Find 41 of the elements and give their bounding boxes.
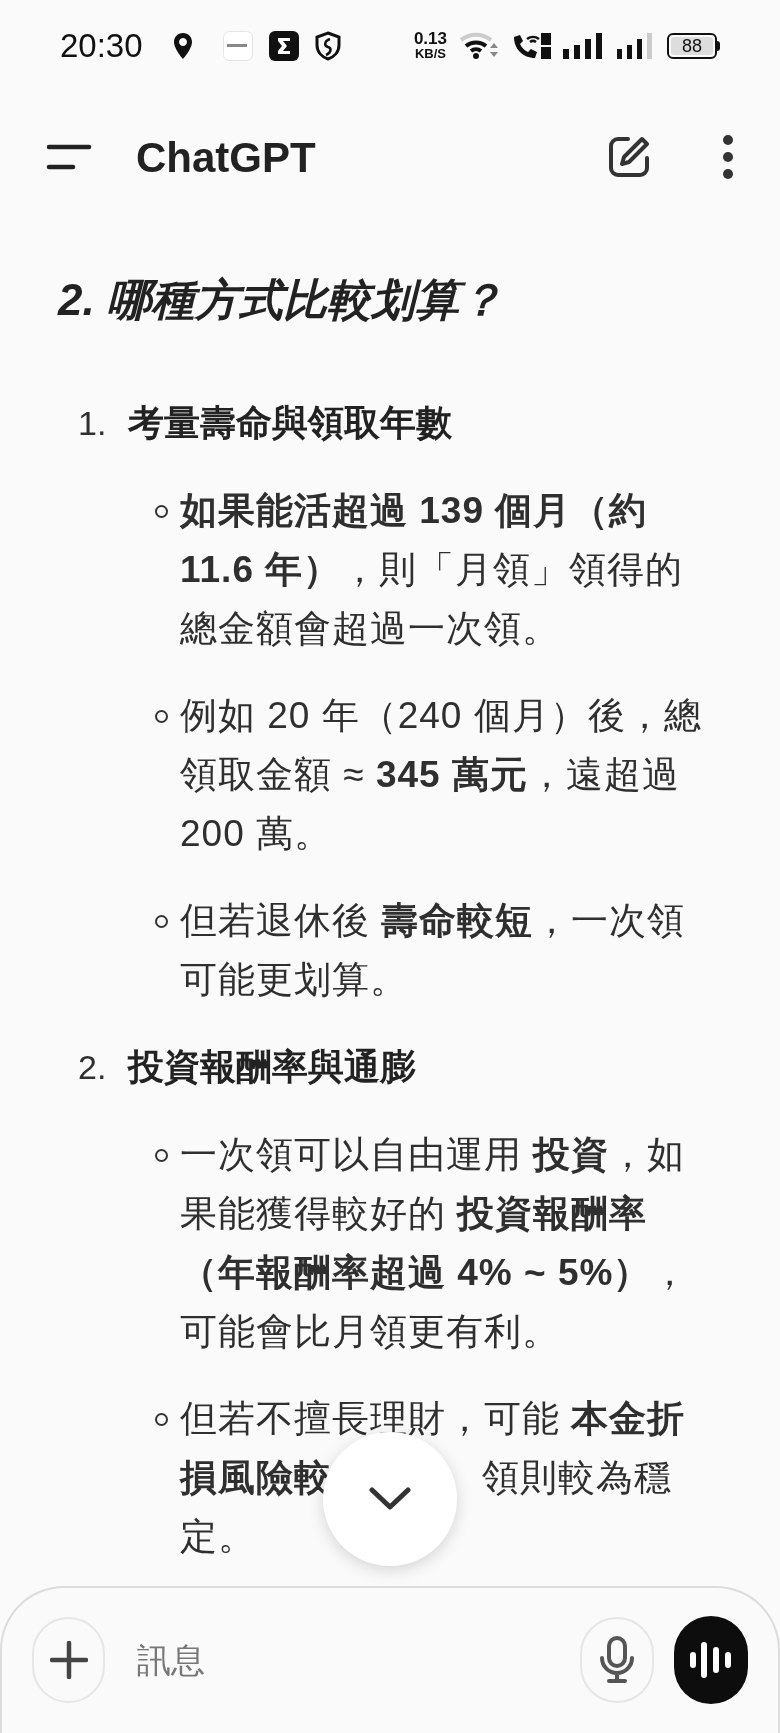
- signal-icon: [617, 33, 653, 59]
- bullet-text: 定。: [180, 1515, 256, 1559]
- network-unit: KB/S: [414, 46, 446, 61]
- bullet-text: 例如 20 年（240 個月）後，總領取金額 ≈ 345 萬元，遠超過 200 萬。: [180, 694, 703, 856]
- network-speed: 0.13: [413, 31, 447, 46]
- bullet-icon: [155, 915, 168, 928]
- section-heading: 2. 哪種方式比較划算？: [58, 274, 504, 326]
- list-item-title: 投資報酬率與通膨: [128, 1045, 416, 1089]
- edit-icon: [606, 134, 652, 180]
- bullet-text: 領則較為穩: [482, 1456, 672, 1500]
- more-icon: [722, 134, 734, 180]
- microphone-button[interactable]: [580, 1617, 654, 1703]
- chevron-down-icon: [369, 1487, 411, 1511]
- wifi-icon: [459, 31, 499, 61]
- sigma-app-icon: [268, 31, 299, 61]
- bullet-text: 如果能活超過 139 個月（約 11.6 年），則「月領」領得的總金額會超過一次領。: [180, 489, 685, 651]
- location-pin-icon: [172, 32, 193, 60]
- shield-icon: [314, 31, 341, 61]
- sound-wave-icon: [687, 1640, 734, 1680]
- bullet-icon: [155, 505, 168, 518]
- bullet-text: 一次領可以自由運用 投資，如果能獲得較好的 投資報酬率（年報酬率超過 4% ~ 5%），可能會比月領更有利。: [180, 1133, 691, 1354]
- bullet-icon: [155, 1149, 168, 1162]
- more-options-button[interactable]: [722, 134, 734, 180]
- add-button[interactable]: [32, 1617, 106, 1703]
- list-number: 1.: [78, 403, 108, 444]
- menu-button[interactable]: [46, 142, 92, 172]
- clock-time: 20:30: [60, 26, 143, 67]
- battery-level: 88: [682, 37, 702, 55]
- bullet-text: 損風險較: [180, 1456, 332, 1500]
- bullet-text: 但若退休後 壽命較短，一次領可能更划算。: [180, 899, 687, 1002]
- list-number: 2.: [78, 1047, 108, 1088]
- app-icon: [222, 31, 253, 61]
- app-title: ChatGPT: [136, 132, 317, 183]
- bullet-icon: [155, 1413, 168, 1426]
- list-item-title: 考量壽命與領取年數: [128, 401, 452, 445]
- plus-icon: [49, 1641, 88, 1679]
- bullet-icon: [155, 710, 168, 723]
- wifi-calling-icon: [511, 31, 553, 61]
- menu-icon: [46, 143, 92, 171]
- message-input[interactable]: 訊息: [137, 1634, 581, 1686]
- new-chat-button[interactable]: [606, 134, 652, 180]
